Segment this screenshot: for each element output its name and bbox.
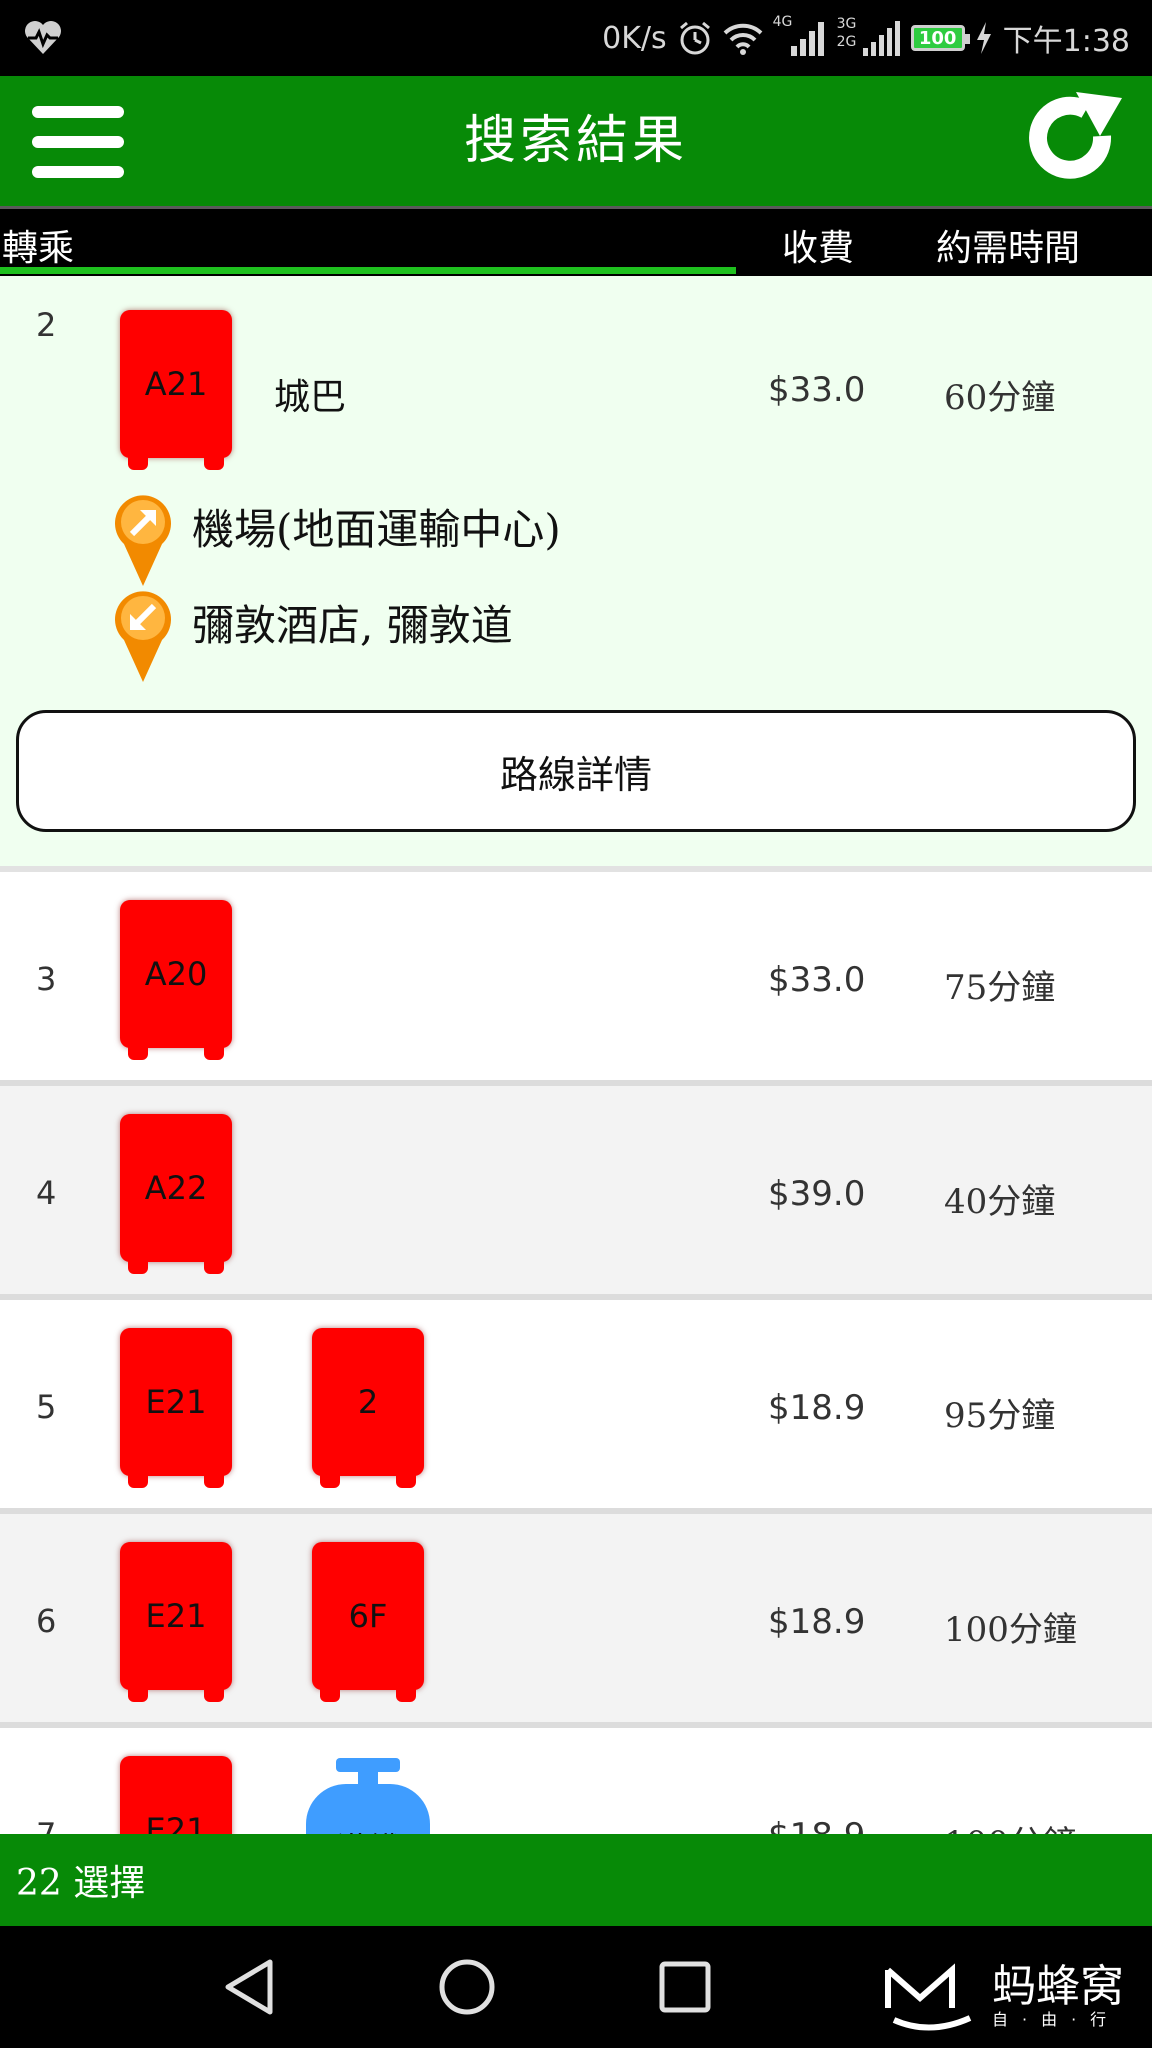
route-fare: $39.0 — [768, 1174, 866, 1214]
route-fare: $33.0 — [768, 960, 866, 1000]
status-bar: 0K/s 4G 3G 2G 100 下午1:38 — [0, 0, 1152, 76]
destination-stop: 彌敦酒店, 彌敦道 — [108, 584, 668, 684]
bus-route-code: A22 — [120, 1114, 232, 1262]
wifi-icon — [723, 23, 763, 55]
signal-4g-icon: 4G — [773, 14, 827, 58]
route-duration: 40分鐘 — [944, 1182, 1056, 1222]
net-speed: 0K/s — [602, 20, 667, 56]
route-index: 5 — [36, 1388, 57, 1426]
results-count: 22 選擇 — [16, 1863, 146, 1904]
mafengwo-logo-icon — [885, 1963, 972, 2031]
page-title: 搜索結果 — [463, 111, 688, 171]
destination-pin-icon — [115, 591, 171, 682]
route-index: 3 — [36, 960, 57, 998]
route-row[interactable]: 5 E21 2 $18.9 95分鐘 — [0, 1300, 1152, 1514]
route-fare: $18.9 — [768, 1602, 866, 1642]
bus-icon: 2 — [312, 1328, 424, 1488]
refresh-icon[interactable] — [1024, 90, 1124, 190]
tab-indicator — [0, 267, 736, 274]
route-row[interactable]: 4 A22 $39.0 40分鐘 — [0, 1086, 1152, 1300]
route-index: 2 — [36, 306, 57, 344]
route-details-button[interactable]: 路線詳情 — [16, 710, 1136, 832]
train-icon: 港鐵 — [306, 1758, 430, 1834]
bus-icon: E21 — [120, 1328, 232, 1488]
clock: 下午1:38 — [1002, 24, 1130, 59]
bus-icon: E21 — [120, 1542, 232, 1702]
route-row[interactable]: 6 E21 6F $18.9 100分鐘 — [0, 1514, 1152, 1728]
origin-pin-icon — [115, 495, 171, 586]
watermark-text: 蚂蜂窝 — [992, 1961, 1124, 2012]
route-index: 4 — [36, 1174, 57, 1212]
recents-square-icon[interactable] — [654, 1956, 716, 2018]
signal-3g-icon: 3G 2G — [837, 16, 901, 58]
app-bar: 搜索結果 — [0, 76, 1152, 206]
column-header: 轉乘 收費 約需時間 — [0, 206, 1152, 276]
destination-stop-name: 彌敦酒店, 彌敦道 — [192, 601, 513, 650]
route-duration: 100分鐘 — [944, 1816, 1077, 1834]
charging-icon — [976, 22, 991, 54]
route-fare: $18.9 — [768, 1816, 865, 1834]
bus-route-code: E21 — [120, 1542, 232, 1690]
back-triangle-icon[interactable] — [218, 1956, 280, 2018]
route-duration: 60分鐘 — [944, 378, 1056, 418]
bus-icon: A22 — [120, 1114, 232, 1274]
bus-route-code: E21 — [120, 1328, 232, 1476]
bus-icon: E21 — [120, 1756, 232, 1834]
bus-icon: A21 — [120, 310, 232, 470]
watermark: 蚂蜂窝 自·由·行 — [880, 1948, 1140, 2038]
route-duration: 95分鐘 — [944, 1396, 1056, 1436]
results-count-bar: 22 選擇 — [0, 1834, 1152, 1926]
system-nav-bar: 蚂蜂窝 自·由·行 — [0, 1926, 1152, 2048]
origin-stop: 機場(地面運輸中心) — [108, 488, 668, 588]
tab-transfer[interactable]: 轉乘 — [2, 219, 74, 271]
route-duration: 100分鐘 — [944, 1610, 1077, 1650]
train-label: 港鐵 — [306, 1784, 430, 1834]
route-index: 6 — [36, 1602, 57, 1640]
bus-route-code: A20 — [120, 900, 232, 1048]
operator-name: 城巴 — [274, 377, 347, 418]
bus-route-code: A21 — [120, 310, 232, 458]
bus-icon: 6F — [312, 1542, 424, 1702]
route-index: 7 — [36, 1816, 56, 1834]
bus-route-code: 6F — [312, 1542, 424, 1690]
route-fare: $33.0 — [768, 370, 866, 410]
alarm-icon — [679, 21, 710, 55]
route-fare: $18.9 — [768, 1388, 866, 1428]
bus-route-code: E21 — [120, 1756, 232, 1834]
route-row-expanded[interactable]: 2 A21 城巴 $33.0 60分鐘 機場(地面運輸中心) 彌敦酒店, 彌敦道… — [0, 276, 1152, 872]
route-row[interactable]: 3 A20 $33.0 75分鐘 — [0, 872, 1152, 1086]
bus-icon: A20 — [120, 900, 232, 1060]
route-list[interactable]: 2 A21 城巴 $33.0 60分鐘 機場(地面運輸中心) 彌敦酒店, 彌敦道… — [0, 276, 1152, 1834]
route-row[interactable]: 7 E21 港鐵 $18.9 100分鐘 — [0, 1728, 1152, 1834]
home-circle-icon[interactable] — [436, 1956, 498, 2018]
tab-fare[interactable]: 收費 — [782, 219, 854, 271]
tab-duration[interactable]: 約需時間 — [936, 219, 1080, 271]
route-duration: 75分鐘 — [944, 968, 1056, 1008]
battery-indicator: 100 — [910, 25, 970, 51]
bus-route-code: 2 — [312, 1328, 424, 1476]
watermark-subtext: 自·由·行 — [992, 2010, 1121, 2029]
health-heart-icon — [25, 21, 61, 54]
origin-stop-name: 機場(地面運輸中心) — [192, 505, 561, 554]
